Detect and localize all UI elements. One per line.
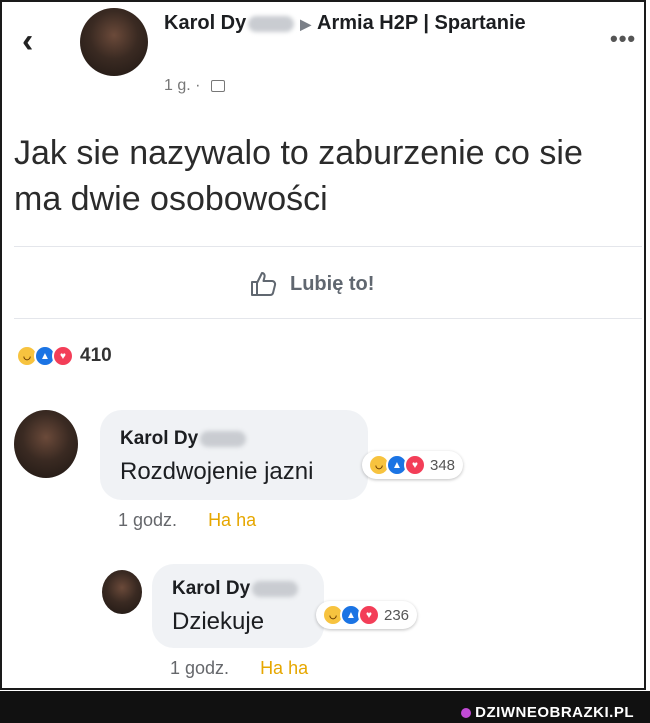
comment-reaction-count: 348: [430, 456, 456, 474]
more-dots-icon[interactable]: •••: [610, 26, 636, 52]
author-name[interactable]: Karol Dy: [164, 12, 246, 34]
post-header-title: Karol Dy ▶ Armia H2P | Spartanie: [164, 10, 526, 37]
commenter-avatar[interactable]: [102, 570, 142, 614]
like-button-label: Lubię to!: [290, 272, 375, 295]
thumb-up-icon: [251, 272, 277, 296]
group-name[interactable]: Armia H2P | Spartanie: [317, 12, 526, 34]
love-reaction-icon: ♥: [358, 604, 380, 626]
divider: [14, 246, 642, 247]
comment-author-name: Karol Dy: [120, 428, 199, 449]
reply-time[interactable]: 1 godz.: [170, 658, 229, 678]
comment-author[interactable]: Karol Dy: [120, 428, 247, 450]
arrow-right-icon: ▶: [300, 15, 312, 32]
author-avatar[interactable]: [80, 8, 148, 76]
censored-name-blur: [248, 15, 295, 32]
watermark: DZIWNEOBRAZKI.PL: [461, 704, 634, 721]
comment-meta: 1 godz. Ha ha: [118, 510, 256, 531]
post-time[interactable]: 1 g.: [164, 77, 191, 94]
group-privacy-icon: [210, 79, 225, 92]
commenter-avatar[interactable]: [14, 410, 78, 478]
back-chevron-icon[interactable]: ‹: [22, 24, 33, 58]
post-meta: 1 g. ·: [164, 76, 225, 96]
reply-reactions[interactable]: ◡ ▲ ♥ 236: [316, 601, 418, 629]
watermark-text: DZIWNEOBRAZKI.PL: [475, 704, 634, 721]
reply-author-name: Karol Dy: [172, 578, 251, 599]
reply-text: Dziekuje: [172, 608, 265, 635]
post-reactions[interactable]: ◡ ▲ ♥ 410: [16, 345, 112, 367]
reply-author[interactable]: Karol Dy: [172, 578, 299, 600]
comment-time[interactable]: 1 godz.: [118, 510, 177, 530]
love-reaction-icon: ♥: [52, 345, 74, 367]
watermark-logo-icon: [461, 708, 472, 719]
haha-reaction-link[interactable]: Ha ha: [260, 658, 308, 678]
comment-text: Rozdwojenie jazni: [120, 458, 314, 485]
divider: [14, 318, 642, 319]
reply-reaction-count: 236: [384, 606, 410, 624]
comment-bubble: [100, 410, 368, 500]
haha-reaction-link[interactable]: Ha ha: [208, 510, 256, 530]
meta-separator: ·: [195, 77, 201, 94]
like-button[interactable]: Lubię to!: [250, 268, 374, 300]
censored-name-blur: [252, 580, 299, 597]
facebook-post-screenshot: ‹ Karol Dy ▶ Armia H2P | Spartanie 1 g. · …: [0, 0, 646, 690]
love-reaction-icon: ♥: [404, 454, 426, 476]
comment-reactions[interactable]: ◡ ▲ ♥ 348: [362, 451, 464, 479]
reaction-count: 410: [80, 345, 112, 366]
censored-name-blur: [200, 430, 247, 447]
post-text: Jak sie nazywalo to zaburzenie co sie ma…: [14, 134, 583, 218]
reply-meta: 1 godz. Ha ha: [170, 658, 308, 679]
